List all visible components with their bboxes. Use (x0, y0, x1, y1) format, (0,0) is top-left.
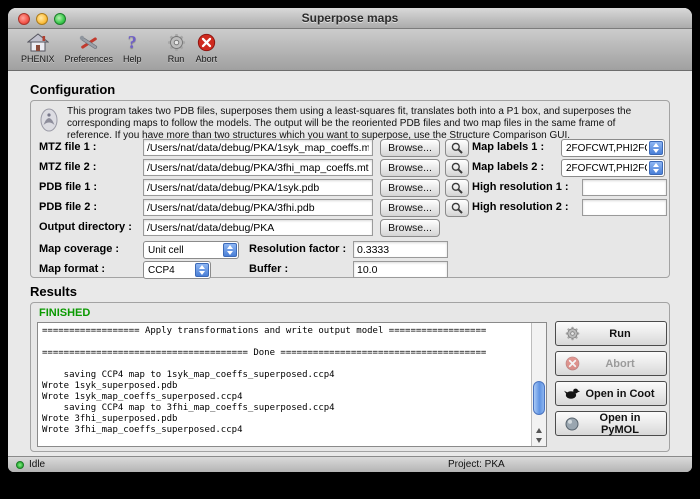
output-directory-browse-button[interactable]: Browse... (380, 219, 440, 237)
window-title: Superpose maps (8, 8, 692, 29)
high-resolution-2-input[interactable] (582, 199, 667, 216)
high-resolution-1-label: High resolution 1 : (472, 181, 569, 193)
mtz-file-1-inspect-button[interactable] (445, 139, 469, 157)
output-directory-label: Output directory : (39, 221, 132, 233)
close-button[interactable] (18, 13, 30, 25)
results-heading: Results (30, 284, 77, 299)
pdb-file-1-input[interactable] (143, 179, 373, 196)
map-coverage-label: Map coverage : (39, 243, 119, 255)
map-format-row: Map format : CCP4 Buffer : (31, 261, 669, 281)
mtz-file-1-browse-button[interactable]: Browse... (380, 139, 440, 157)
pdb-file-1-browse-button[interactable]: Browse... (380, 179, 440, 197)
toolbar-phenix-button[interactable]: PHENIX (21, 31, 55, 64)
map-labels-1-select[interactable]: 2FOFCWT,PHI2FOF... (561, 139, 665, 157)
pdb-file-2-inspect-button[interactable] (445, 199, 469, 217)
status-bar: Idle Project: PKA (8, 456, 692, 472)
pdb-file-1-inspect-button[interactable] (445, 179, 469, 197)
toolbar-run-label: Run (168, 54, 185, 64)
home-icon (27, 31, 49, 54)
map-format-select[interactable]: CCP4 (143, 261, 211, 279)
pdb-file-2-row: PDB file 2 : Browse... High resolution 2… (31, 199, 669, 219)
configuration-heading: Configuration (30, 82, 115, 97)
gear-icon (167, 31, 186, 54)
toolbar-preferences-label: Preferences (65, 54, 114, 64)
main-toolbar: PHENIX Preferences ? Help (8, 29, 692, 71)
status-text: Idle (29, 459, 45, 470)
mtz-file-2-row: MTZ file 2 : Browse... Map labels 2 : 2F… (31, 159, 669, 179)
configuration-panel: This program takes two PDB files, superp… (30, 100, 670, 278)
minimize-button[interactable] (36, 13, 48, 25)
resolution-factor-label: Resolution factor : (249, 243, 346, 255)
toolbar-help-label: Help (123, 54, 142, 64)
toolbar-abort-button[interactable]: Abort (196, 31, 218, 64)
mtz-file-2-inspect-button[interactable] (445, 159, 469, 177)
pdb-file-1-row: PDB file 1 : Browse... High resolution 1… (31, 179, 669, 199)
phenix-logo-icon (39, 107, 59, 138)
toolbar-help-button[interactable]: ? Help (123, 31, 142, 64)
open-in-coot-button[interactable]: Open in Coot (555, 381, 667, 406)
combo-stepper-icon (649, 141, 663, 155)
magnifier-icon (451, 182, 463, 194)
magnifier-icon (451, 162, 463, 174)
map-format-label: Map format : (39, 263, 105, 275)
mtz-file-2-browse-button[interactable]: Browse... (380, 159, 440, 177)
title-bar[interactable]: Superpose maps (8, 8, 692, 29)
help-icon: ? (128, 31, 137, 54)
results-panel: FINISHED ================== Apply transf… (30, 302, 670, 452)
mtz-file-1-label: MTZ file 1 : (39, 141, 96, 153)
scroll-down-icon[interactable] (532, 435, 546, 445)
pdb-file-2-label: PDB file 2 : (39, 201, 97, 213)
combo-stepper-icon (649, 161, 663, 175)
buffer-label: Buffer : (249, 263, 288, 275)
run-button[interactable]: Run (555, 321, 667, 346)
map-labels-2-select[interactable]: 2FOFCWT,PHI2FOF... (561, 159, 665, 177)
abort-button[interactable]: Abort (555, 351, 667, 376)
mtz-file-2-label: MTZ file 2 : (39, 161, 96, 173)
pdb-file-2-input[interactable] (143, 199, 373, 216)
coot-bird-icon (563, 387, 581, 400)
status-badge: FINISHED (39, 307, 90, 319)
magnifier-icon (451, 202, 463, 214)
gear-icon (563, 326, 581, 341)
pymol-icon (563, 417, 581, 431)
console-scrollbar[interactable] (531, 323, 546, 446)
program-description: This program takes two PDB files, superp… (67, 106, 661, 142)
scroll-up-icon[interactable] (532, 425, 546, 435)
magnifier-icon (451, 142, 463, 154)
tools-icon (78, 31, 100, 54)
high-resolution-2-label: High resolution 2 : (472, 201, 569, 213)
app-window: Superpose maps PHENIX (8, 8, 692, 472)
toolbar-phenix-label: PHENIX (21, 54, 55, 64)
scrollbar-thumb[interactable] (533, 381, 545, 415)
console-output[interactable]: ================== Apply transformations… (37, 322, 547, 447)
map-labels-1-label: Map labels 1 : (472, 141, 544, 153)
map-coverage-select[interactable]: Unit cell (143, 241, 239, 259)
pdb-file-2-browse-button[interactable]: Browse... (380, 199, 440, 217)
combo-stepper-icon (223, 243, 237, 257)
zoom-button[interactable] (54, 13, 66, 25)
abort-icon (563, 356, 581, 371)
map-coverage-row: Map coverage : Unit cell Resolution fact… (31, 241, 669, 261)
toolbar-abort-label: Abort (196, 54, 218, 64)
toolbar-run-button[interactable]: Run (167, 31, 186, 64)
open-in-pymol-button[interactable]: Open in PyMOL (555, 411, 667, 436)
map-labels-2-label: Map labels 2 : (472, 161, 544, 173)
console-text: ================== Apply transformations… (38, 323, 546, 439)
mtz-file-1-input[interactable] (143, 139, 373, 156)
pdb-file-1-label: PDB file 1 : (39, 181, 97, 193)
combo-stepper-icon (195, 263, 209, 277)
status-dot-icon (16, 461, 24, 469)
output-directory-row: Output directory : Browse... (31, 219, 669, 239)
buffer-input[interactable] (353, 261, 448, 278)
output-directory-input[interactable] (143, 219, 373, 236)
project-label: Project: PKA (448, 459, 505, 470)
toolbar-preferences-button[interactable]: Preferences (65, 31, 114, 64)
mtz-file-2-input[interactable] (143, 159, 373, 176)
mtz-file-1-row: MTZ file 1 : Browse... Map labels 1 : 2F… (31, 139, 669, 159)
abort-icon (197, 31, 216, 54)
resolution-factor-input[interactable] (353, 241, 448, 258)
high-resolution-1-input[interactable] (582, 179, 667, 196)
